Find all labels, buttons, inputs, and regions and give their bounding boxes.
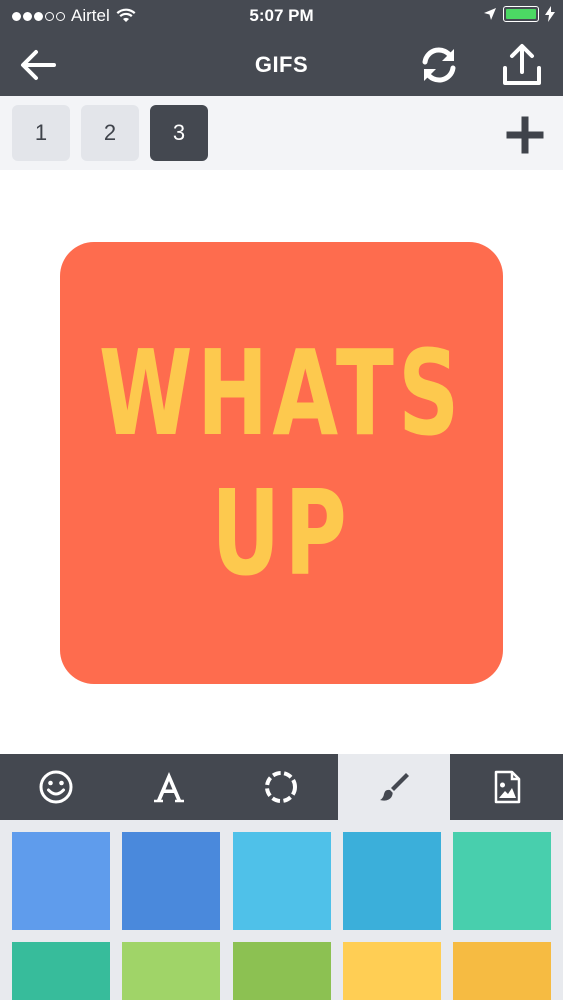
battery-icon (503, 6, 539, 22)
frame-tab-2[interactable]: 2 (81, 105, 139, 161)
frame-tab-1[interactable]: 1 (12, 105, 70, 161)
battery-fill (506, 9, 536, 19)
tool-color[interactable] (337, 754, 451, 820)
dashed-circle-icon (265, 771, 298, 803)
tool-image[interactable] (450, 754, 563, 820)
color-swatch[interactable] (453, 942, 551, 1000)
plus-icon[interactable] (506, 116, 544, 154)
frame-tab-3[interactable]: 3 (150, 105, 208, 161)
color-swatch[interactable] (12, 942, 110, 1000)
app-header: GIFS (0, 34, 563, 96)
card-text-line-1: WHATS (99, 324, 464, 462)
gif-canvas: WHATS UP (0, 170, 563, 754)
tool-emoji[interactable] (0, 754, 113, 820)
gif-card[interactable]: WHATS UP (60, 242, 503, 684)
color-swatch[interactable] (12, 832, 110, 930)
refresh-icon[interactable] (418, 44, 460, 86)
tool-tabs (0, 754, 563, 820)
text-font-icon (153, 772, 184, 803)
page-title: GIFS (254, 52, 309, 77)
color-swatch[interactable] (233, 832, 331, 930)
smiley-icon (39, 770, 73, 804)
color-swatch[interactable] (343, 942, 441, 1000)
color-swatch[interactable] (122, 832, 220, 930)
tool-text[interactable] (113, 754, 226, 820)
status-time: 5:07 PM (249, 6, 314, 25)
paintbrush-icon (380, 773, 410, 801)
location-arrow-icon (484, 8, 496, 20)
color-swatch-grid (0, 820, 563, 1000)
image-file-icon (494, 770, 520, 804)
tool-border[interactable] (225, 754, 338, 820)
color-swatch[interactable] (122, 942, 220, 1000)
charging-bolt-icon (545, 6, 555, 22)
frame-tabs-bar: 1 2 3 (0, 96, 563, 170)
color-swatch[interactable] (343, 832, 441, 930)
status-right (483, 6, 555, 22)
status-bar: Airtel 5:07 PM (0, 0, 563, 34)
card-text-line-2: UP (211, 464, 352, 602)
color-swatch[interactable] (453, 832, 551, 930)
color-swatch[interactable] (233, 942, 331, 1000)
share-upload-icon[interactable] (500, 42, 544, 88)
